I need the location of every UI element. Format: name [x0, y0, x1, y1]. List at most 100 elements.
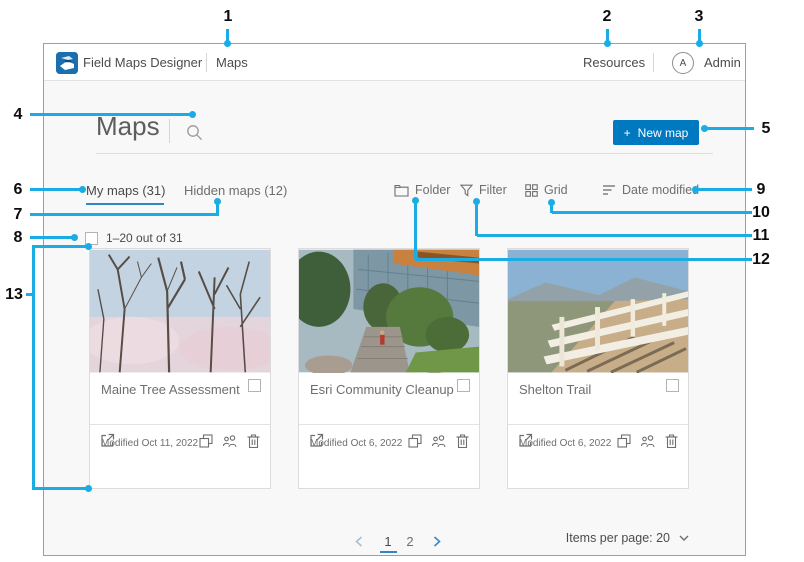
map-checkbox[interactable]	[666, 379, 679, 392]
map-checkbox[interactable]	[457, 379, 470, 392]
callout-13-top	[32, 245, 86, 248]
map-thumbnail-building[interactable]	[299, 249, 479, 373]
callout-9: 9	[752, 181, 770, 199]
page-2-button[interactable]: 2	[402, 534, 418, 549]
callout-12-dot	[412, 197, 419, 204]
card-body: Maine Tree Assessment Modified Oct 11, 2…	[90, 373, 270, 456]
duplicate-icon[interactable]	[199, 434, 213, 448]
card-footer	[508, 424, 688, 456]
header-divider	[206, 53, 207, 72]
new-map-label: New map	[638, 126, 689, 140]
map-thumbnail-trees[interactable]	[90, 249, 270, 373]
folder-label: Folder	[415, 183, 450, 197]
prev-page-button[interactable]	[350, 536, 368, 547]
callout-13-bottom	[32, 487, 86, 490]
callout-3-dot	[696, 40, 703, 47]
map-checkbox[interactable]	[248, 379, 261, 392]
callout-13-bracket	[32, 245, 35, 490]
card-footer	[299, 424, 479, 456]
map-card[interactable]: Esri Community Cleanup Modified Oct 6, 2…	[298, 248, 480, 489]
delete-icon[interactable]	[456, 434, 469, 448]
grid-icon	[525, 184, 538, 197]
callout-4: 4	[9, 106, 27, 124]
callout-12: 12	[752, 251, 770, 269]
callout-9-dot	[692, 186, 699, 193]
callout-3: 3	[690, 8, 708, 26]
next-page-button[interactable]	[428, 536, 446, 547]
nav-maps[interactable]: Maps	[216, 44, 248, 81]
delete-icon[interactable]	[247, 434, 260, 448]
open-map-icon[interactable]	[309, 433, 324, 448]
card-body: Esri Community Cleanup Modified Oct 6, 2…	[299, 373, 479, 456]
delete-icon[interactable]	[665, 434, 678, 448]
callout-4-dot	[189, 111, 196, 118]
callout-8-line	[30, 236, 72, 239]
callout-12-line	[416, 258, 752, 261]
folder-icon	[394, 184, 409, 197]
selection-count-label: 1–20 out of 31	[106, 231, 183, 245]
callout-1-dot	[224, 40, 231, 47]
callout-10-line	[552, 211, 752, 214]
callout-5-dot	[701, 125, 708, 132]
card-body: Shelton Trail Modified Oct 6, 2022	[508, 373, 688, 456]
active-tab-underline	[86, 203, 164, 205]
callout-6: 6	[9, 181, 27, 199]
map-card[interactable]: Maine Tree Assessment Modified Oct 11, 2…	[89, 248, 271, 489]
callout-7: 7	[9, 206, 27, 224]
new-map-button[interactable]: + New map	[613, 120, 699, 145]
map-title: Esri Community Cleanup	[310, 382, 454, 397]
field-maps-logo-icon	[56, 52, 78, 74]
search-button[interactable]	[184, 122, 204, 142]
callout-7-dot	[214, 198, 221, 205]
callout-2: 2	[598, 8, 616, 26]
header-divider-2	[653, 53, 654, 72]
grid-label: Grid	[544, 183, 568, 197]
filter-button[interactable]: Filter	[460, 183, 507, 197]
tab-my-maps[interactable]: My maps (31)	[86, 183, 165, 198]
nav-resources[interactable]: Resources	[583, 44, 645, 81]
map-title: Shelton Trail	[519, 382, 591, 397]
callout-11-line	[477, 234, 752, 237]
folder-button[interactable]: Folder	[394, 183, 450, 197]
sort-button[interactable]: Date modified	[602, 183, 699, 197]
app-header: Field Maps Designer Maps Resources A Adm…	[44, 44, 745, 81]
map-thumbnail-trail[interactable]	[508, 249, 688, 373]
filter-icon	[460, 184, 473, 197]
callout-5-line	[707, 127, 754, 130]
callout-1: 1	[219, 8, 237, 26]
callout-11: 11	[752, 227, 770, 245]
title-rule	[96, 153, 713, 154]
callout-13-dot-bottom	[85, 485, 92, 492]
callout-10: 10	[752, 204, 770, 222]
page-1-button[interactable]: 1	[380, 534, 396, 549]
map-title: Maine Tree Assessment	[101, 382, 240, 397]
callout-11-dot	[473, 198, 480, 205]
user-name[interactable]: Admin	[704, 44, 741, 81]
callout-13-dot-top	[85, 243, 92, 250]
duplicate-icon[interactable]	[617, 434, 631, 448]
open-map-icon[interactable]	[518, 433, 533, 448]
open-map-icon[interactable]	[100, 433, 115, 448]
callout-7-line	[30, 213, 219, 216]
tab-hidden-maps[interactable]: Hidden maps (12)	[184, 183, 287, 198]
callout-9-line	[697, 188, 752, 191]
share-group-icon[interactable]	[640, 434, 656, 448]
title-divider	[169, 119, 170, 143]
callout-10-dot	[548, 199, 555, 206]
card-footer	[90, 424, 270, 456]
app-window: Field Maps Designer Maps Resources A Adm…	[43, 43, 746, 556]
callout-4-line	[30, 113, 190, 116]
duplicate-icon[interactable]	[408, 434, 422, 448]
avatar[interactable]: A	[672, 52, 694, 74]
share-group-icon[interactable]	[431, 434, 447, 448]
callout-6-line	[30, 188, 80, 191]
share-group-icon[interactable]	[222, 434, 238, 448]
sort-label: Date modified	[622, 183, 699, 197]
grid-view-button[interactable]: Grid	[525, 183, 568, 197]
search-icon	[186, 124, 203, 141]
active-page-underline	[380, 551, 397, 553]
items-per-page-select[interactable]: Items per page: 20	[566, 531, 689, 545]
map-card[interactable]: Shelton Trail Modified Oct 6, 2022	[507, 248, 689, 489]
items-per-page-label: Items per page: 20	[566, 531, 670, 545]
callout-2-dot	[604, 40, 611, 47]
